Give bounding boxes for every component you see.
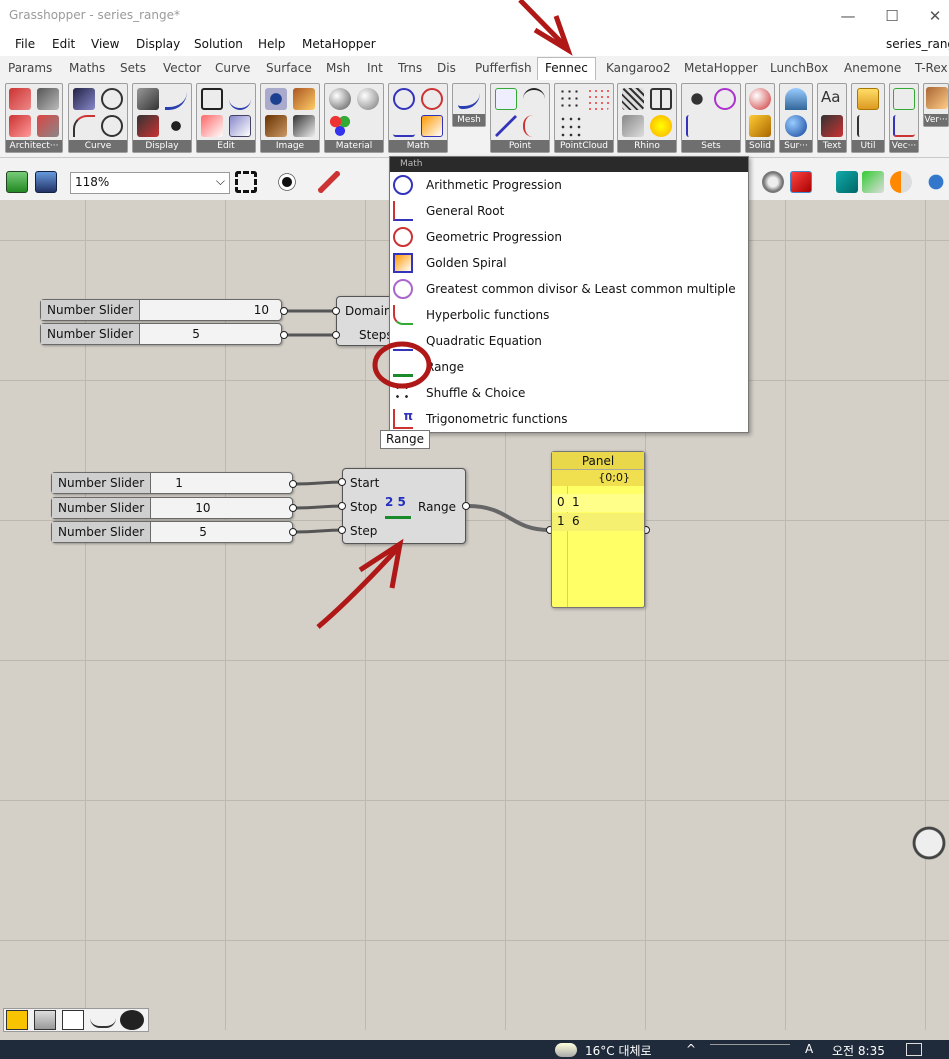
- annotation-layer: [316, 0, 573, 629]
- notification-icon[interactable]: [906, 1043, 922, 1056]
- timer-icon[interactable]: [909, 822, 949, 864]
- cancel-x-icon[interactable]: [120, 1010, 144, 1030]
- sketch-tool-icon[interactable]: [6, 1010, 28, 1030]
- annotation-circle: [372, 341, 432, 389]
- glasses-icon[interactable]: [90, 1012, 116, 1028]
- input-language-icon[interactable]: A: [805, 1042, 813, 1056]
- bottom-toolbar: [3, 1008, 149, 1032]
- download-icon[interactable]: [34, 1010, 56, 1030]
- tray-icons[interactable]: [710, 1044, 790, 1055]
- windows-taskbar: 16°C 대체로 ^ A 오전 8:35: [0, 1040, 949, 1059]
- chevron-up-icon[interactable]: ^: [686, 1042, 696, 1056]
- text-format-icon[interactable]: [62, 1010, 84, 1030]
- weather-icon: [555, 1043, 577, 1057]
- clock-time: 오전 8:35: [832, 1044, 885, 1058]
- weather-text: 16°C 대체로: [585, 1044, 652, 1058]
- annotation-arrow-bottom: [316, 546, 400, 629]
